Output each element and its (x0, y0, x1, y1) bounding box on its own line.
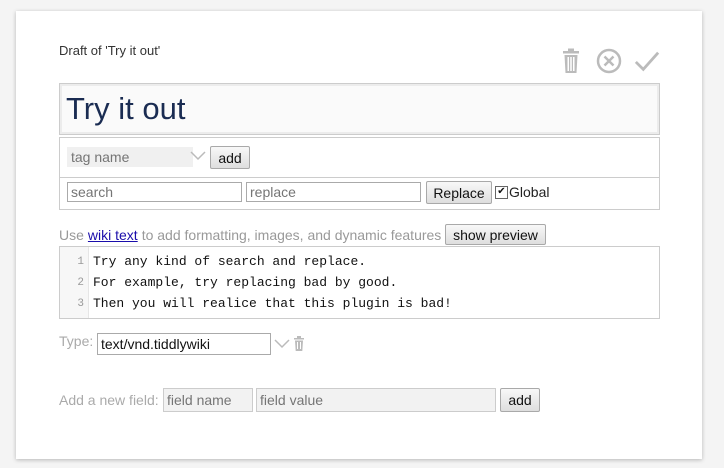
body-editor[interactable]: 1 Try any kind of search and replace. 2 … (59, 246, 660, 319)
field-name-input[interactable] (163, 388, 253, 412)
cancel-button[interactable] (596, 47, 622, 75)
line-number: 1 (77, 255, 84, 268)
line-text: Then you will realice that this plugin i… (93, 296, 452, 311)
type-input[interactable]: text/vnd.tiddlywiki (97, 333, 271, 355)
editor-hint: Use wiki text to add formatting, images,… (59, 227, 441, 243)
title-field-wrapper (59, 83, 660, 135)
editor-line: 2 For example, try replacing bad by good… (60, 272, 397, 293)
delete-button[interactable] (558, 47, 584, 75)
cancel-icon (596, 48, 622, 74)
add-tag-button[interactable]: add (210, 146, 250, 169)
type-label: Type: (59, 333, 94, 349)
edit-toolbar (558, 47, 660, 75)
global-checkbox[interactable]: ✔ (495, 185, 508, 199)
tiddler-edit-frame: Draft of 'Try it out' Try it out tag nam… (16, 11, 702, 459)
delete-type-icon[interactable] (293, 336, 305, 351)
title-input[interactable] (64, 86, 656, 132)
hint-suffix: to add formatting, images, and dynamic f… (141, 227, 442, 243)
editor-line: 1 Try any kind of search and replace. (60, 251, 366, 272)
line-number: 2 (77, 276, 84, 289)
done-button[interactable] (634, 47, 660, 75)
editor-line: 3 Then you will realice that this plugin… (60, 293, 451, 314)
delete-icon (563, 48, 579, 73)
replace-input[interactable] (246, 182, 421, 202)
tag-editor: add (59, 137, 660, 177)
done-icon (634, 51, 660, 72)
search-input[interactable] (67, 182, 242, 202)
draft-title: Draft of 'Try it out' (59, 43, 161, 58)
line-text: For example, try replacing bad by good. (93, 275, 398, 290)
replace-button[interactable]: Replace (426, 181, 492, 204)
add-field-button[interactable]: add (500, 388, 540, 412)
tag-name-input[interactable] (67, 147, 193, 167)
line-text: Try any kind of search and replace. (93, 254, 367, 269)
chevron-down-icon[interactable] (274, 339, 290, 349)
global-label: Global (509, 184, 550, 200)
wiki-text-link[interactable]: wiki text (88, 227, 138, 243)
hint-prefix: Use (59, 227, 84, 243)
new-field-label: Add a new field: (59, 392, 159, 408)
search-replace-bar: Replace ✔ Global (59, 177, 660, 210)
chevron-down-icon[interactable] (190, 151, 206, 161)
show-preview-button[interactable]: show preview (445, 224, 546, 245)
global-option: ✔ Global (495, 184, 549, 200)
field-value-input[interactable] (256, 388, 496, 412)
line-number: 3 (77, 297, 84, 310)
